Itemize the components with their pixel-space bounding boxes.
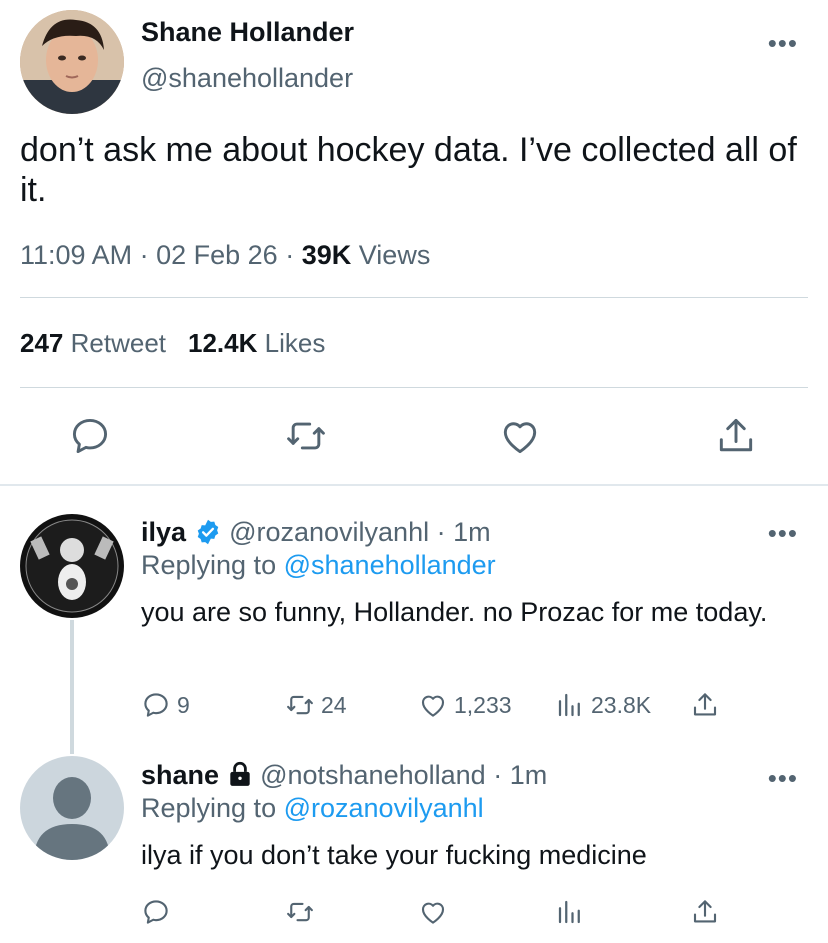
section-divider [0, 484, 828, 486]
author-avatar[interactable] [20, 10, 124, 114]
more-options-button[interactable]: ••• [768, 30, 798, 56]
header-separator: · [493, 760, 503, 790]
divider [20, 387, 808, 388]
share-icon [693, 900, 717, 923]
retweet-icon [287, 422, 325, 450]
reply-retweet-button[interactable] [285, 897, 321, 927]
author-handle[interactable]: @shanehollander [141, 63, 353, 94]
views-icon [558, 693, 580, 717]
replying-prefix: Replying to [141, 550, 277, 580]
thread-line [70, 620, 74, 754]
retweets-label: Retweet [70, 328, 167, 358]
share-icon [693, 693, 717, 716]
reply-reply-button[interactable]: 9 [141, 690, 190, 720]
meta-separator: · [285, 240, 295, 270]
reply-button[interactable] [68, 414, 112, 463]
reply-views-button[interactable] [555, 897, 591, 927]
tweet-text: don’t ask me about hockey data. I’ve col… [20, 131, 797, 209]
shane-avatar-default[interactable] [20, 756, 124, 860]
ilya-avatar[interactable] [20, 514, 124, 618]
like-button[interactable] [498, 414, 542, 463]
tweet-time[interactable]: 11:09 AM [20, 240, 132, 270]
retweets-count: 247 [20, 328, 64, 358]
retweet-button[interactable] [284, 414, 328, 463]
author-name[interactable]: Shane Hollander [141, 17, 354, 48]
retweet-icon [287, 902, 313, 922]
retweets-stat[interactable]: 247 Retweet [20, 328, 166, 358]
header-separator: · [436, 517, 446, 547]
meta-separator: · [139, 240, 149, 270]
tweet-stats: 247 Retweet 12.4K Likes [20, 328, 325, 359]
like-count: 1,233 [454, 691, 512, 718]
reply-like-button[interactable] [418, 897, 454, 927]
verified-badge-icon [197, 519, 218, 545]
reply-author-handle[interactable]: @rozanovilyanhl [229, 517, 429, 547]
reply-reply-button[interactable] [141, 897, 177, 927]
views-icon [558, 900, 580, 924]
reply-text: ilya if you don’t take your fucking medi… [141, 840, 647, 870]
replying-to-link[interactable]: @shanehollander [284, 550, 496, 580]
reply-share-button[interactable] [690, 897, 726, 927]
reply-author-name[interactable]: shane [141, 760, 219, 790]
replying-to: Replying to @rozanovilyanhl [141, 793, 484, 824]
heart-icon [503, 422, 537, 454]
heart-icon [421, 695, 445, 717]
likes-stat[interactable]: 12.4K Likes [188, 328, 325, 358]
heart-icon [421, 902, 445, 924]
reply-time[interactable]: 1m [453, 517, 491, 547]
retweet-count: 24 [321, 691, 347, 718]
reply-author-handle[interactable]: @notshaneholland [260, 760, 486, 790]
reply-icon [144, 900, 168, 924]
share-icon [719, 418, 753, 452]
replying-to-link[interactable]: @rozanovilyanhl [284, 793, 484, 823]
replying-prefix: Replying to [141, 793, 277, 823]
lock-icon [229, 761, 250, 786]
reply-author-name[interactable]: ilya [141, 517, 186, 547]
reply-share-button[interactable] [690, 690, 726, 720]
reply-icon [72, 418, 108, 454]
tweet-meta: 11:09 AM · 02 Feb 26 · 39K Views [20, 240, 430, 271]
divider [20, 297, 808, 298]
reply-time[interactable]: 1m [510, 760, 548, 790]
reply-more-button[interactable]: ••• [768, 765, 798, 791]
reply-retweet-button[interactable]: 24 [285, 690, 347, 720]
views-count: 39K [301, 240, 352, 270]
tweet-date[interactable]: 02 Feb 26 [156, 240, 278, 270]
retweet-icon [287, 695, 313, 715]
likes-label: Likes [264, 328, 326, 358]
views-label: Views [358, 240, 431, 270]
reply-more-button[interactable]: ••• [768, 520, 798, 546]
reply-icon [144, 693, 168, 717]
reply-header: ilya @rozanovilyanhl · 1m [141, 517, 491, 548]
likes-count: 12.4K [188, 328, 258, 358]
views-count: 23.8K [591, 691, 652, 718]
share-button[interactable] [714, 414, 758, 463]
replying-to: Replying to @shanehollander [141, 550, 496, 581]
reply-views-button[interactable]: 23.8K [555, 690, 651, 720]
reply-like-button[interactable]: 1,233 [418, 690, 512, 720]
reply-header: shane @notshaneholland · 1m [141, 760, 547, 791]
reply-count: 9 [177, 691, 190, 718]
reply-text: you are so funny, Hollander. no Prozac f… [141, 597, 768, 627]
